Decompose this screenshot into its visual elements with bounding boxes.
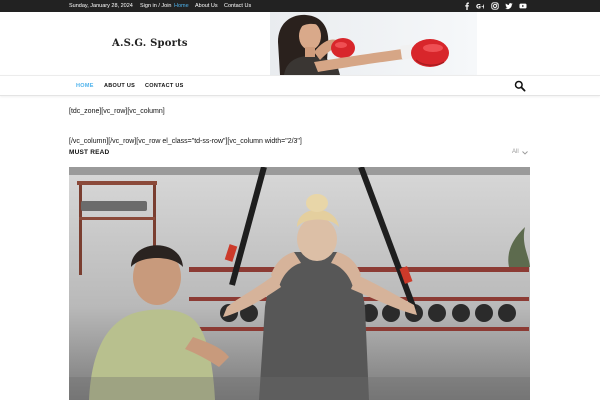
site-logo[interactable]: A.S.G. Sports <box>112 38 188 49</box>
youtube-icon[interactable] <box>519 2 527 10</box>
shortcode-text-top: [tdc_zone][vc_row][vc_column] <box>69 108 165 115</box>
top-link-about-us[interactable]: About Us <box>195 0 218 12</box>
filter-label: All <box>512 149 519 155</box>
instagram-icon[interactable] <box>491 2 499 10</box>
header-banner-ad[interactable] <box>270 12 477 75</box>
sign-in-link[interactable]: Sign in / Join <box>140 0 172 12</box>
nav-item-contact-us[interactable]: CONTACT US <box>145 76 184 96</box>
chevron-down-icon <box>522 151 528 155</box>
shortcode-text-row: [/vc_column][/vc_row][vc_row el_class="t… <box>69 138 302 145</box>
twitter-icon[interactable] <box>505 2 513 10</box>
current-date: Sunday, January 28, 2024 <box>69 3 133 9</box>
svg-text:G+: G+ <box>476 3 484 10</box>
boxer-banner-image <box>270 12 477 75</box>
category-filter-dropdown[interactable]: All <box>512 149 528 155</box>
nav-item-about-us[interactable]: ABOUT US <box>104 76 135 96</box>
top-link-home[interactable]: Home <box>174 0 189 12</box>
top-bar: Sunday, January 28, 2024 Sign in / Join … <box>0 0 600 12</box>
gym-training-photo <box>69 167 530 400</box>
search-icon[interactable] <box>514 80 526 92</box>
block-title-must-read: MUST READ <box>69 149 110 156</box>
facebook-icon[interactable] <box>463 2 471 10</box>
main-nav: HOME ABOUT US CONTACT US <box>0 75 600 96</box>
nav-item-home[interactable]: HOME <box>76 76 94 96</box>
featured-post-image[interactable] <box>69 167 530 400</box>
google-plus-icon[interactable]: G+ <box>476 2 484 10</box>
site-header: A.S.G. Sports <box>0 12 600 75</box>
top-link-contact-us[interactable]: Contact Us <box>224 0 251 12</box>
